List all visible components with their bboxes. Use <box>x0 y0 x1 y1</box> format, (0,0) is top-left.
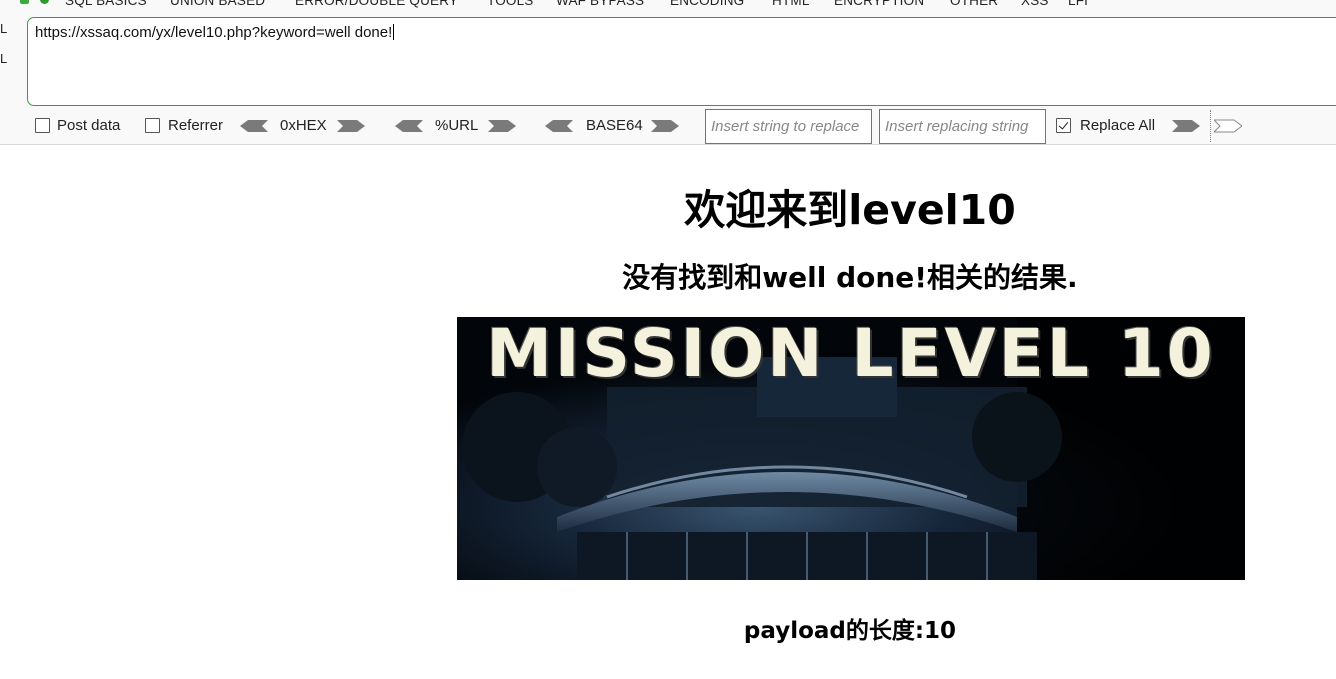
hex-decode-arrow-icon[interactable] <box>240 119 268 133</box>
menu-html[interactable]: HTML▾ <box>772 0 815 8</box>
base64-decode-arrow-icon[interactable] <box>545 119 573 133</box>
payload-length-text: payload的长度:10 <box>743 618 957 644</box>
base64-label: BASE64 <box>586 117 643 134</box>
referrer-checkbox[interactable] <box>145 118 160 133</box>
menu-xss[interactable]: XSS▾ <box>1021 0 1054 8</box>
execute-arrow-icon[interactable] <box>1214 119 1242 133</box>
split-url-label[interactable]: L <box>0 52 12 82</box>
hackbar-green-icon[interactable] <box>40 0 49 4</box>
side-action-labels: L L <box>0 22 12 82</box>
menu-other[interactable]: OTHER▾ <box>950 0 1003 8</box>
post-data-label[interactable]: Post data <box>57 117 120 134</box>
url-value: https://xssaq.com/yx/level10.php?keyword… <box>35 24 393 41</box>
replace-all-checkbox[interactable] <box>1056 118 1071 133</box>
hex-encode-arrow-icon[interactable] <box>337 119 365 133</box>
menu-union-based[interactable]: UNION BASED▾ <box>170 0 270 8</box>
hackbar-menu-bar: SQL BASICS▾ UNION BASED▾ ERROR/DOUBLE QU… <box>0 0 1336 9</box>
text-cursor <box>393 24 395 40</box>
toolbar-divider <box>1210 110 1211 142</box>
replace-from-input[interactable]: Insert string to replace <box>705 109 872 144</box>
base64-encode-arrow-icon[interactable] <box>651 119 679 133</box>
menu-encryption[interactable]: ENCRYPTION▾ <box>834 0 929 8</box>
menu-tools[interactable]: TOOLS▾ <box>487 0 539 8</box>
menu-waf-bypass[interactable]: WAF BYPASS▾ <box>556 0 650 8</box>
mission-level-banner-image: MISSION LEVEL 10 <box>457 317 1245 580</box>
menu-sql-basics[interactable]: SQL BASICS▾ <box>65 0 152 8</box>
page-content: 欢迎来到level10 没有找到和well done!相关的结果. MISSIO… <box>0 146 1336 679</box>
search-result-message: 没有找到和well done!相关的结果. <box>622 261 1078 294</box>
url-textarea[interactable]: https://xssaq.com/yx/level10.php?keyword… <box>27 17 1336 106</box>
hackbar-toolbar: SQL BASICS▾ UNION BASED▾ ERROR/DOUBLE QU… <box>0 0 1336 145</box>
hex-label: 0xHEX <box>280 117 327 134</box>
post-data-checkbox[interactable] <box>35 118 50 133</box>
url-decode-arrow-icon[interactable] <box>395 119 423 133</box>
menu-lfi[interactable]: LFI▾ <box>1068 0 1093 8</box>
replace-to-input[interactable]: Insert replacing string <box>879 109 1046 144</box>
page-title: 欢迎来到level10 <box>684 186 1016 234</box>
menu-error-double-query[interactable]: ERROR/DOUBLE QUERY▾ <box>295 0 463 8</box>
menu-encoding[interactable]: ENCODING▾ <box>670 0 750 8</box>
replace-all-label[interactable]: Replace All <box>1080 117 1155 134</box>
url-encode-arrow-icon[interactable] <box>488 119 516 133</box>
hackbar-options-row: Post data Referrer 0xHEX %URL BASE64 Ins… <box>0 108 1336 144</box>
url-encode-label: %URL <box>435 117 479 134</box>
hackbar-red-icon[interactable] <box>20 0 29 4</box>
referrer-label[interactable]: Referrer <box>168 117 223 134</box>
banner-title-text: MISSION LEVEL 10 <box>486 317 1216 392</box>
load-url-label[interactable]: L <box>0 22 12 52</box>
replace-arrow-icon[interactable] <box>1172 119 1200 133</box>
